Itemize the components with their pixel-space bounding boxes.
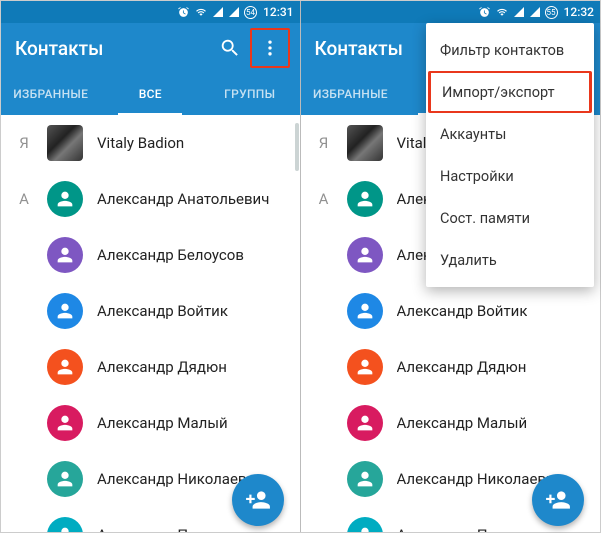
section-letter: А (301, 190, 347, 208)
person-icon (354, 468, 376, 490)
battery-badge: 54 (244, 6, 257, 19)
more-options-button[interactable] (250, 28, 290, 68)
person-icon (354, 524, 376, 532)
signal-icon (513, 6, 525, 18)
scrollbar[interactable] (295, 123, 299, 171)
contact-avatar (47, 237, 83, 273)
battery-badge: 55 (545, 6, 558, 19)
person-icon (54, 356, 76, 378)
contact-row[interactable]: Александр Войтик (1, 283, 300, 339)
page-title: Контакты (15, 37, 210, 60)
contact-name: Александр Войтик (397, 302, 528, 320)
person-icon (54, 188, 76, 210)
contact-row[interactable]: Александр Малый (1, 395, 300, 451)
menu-item[interactable]: Фильтр контактов (426, 29, 594, 71)
section-letter: Я (1, 134, 47, 152)
signal-icon-2 (228, 6, 240, 18)
person-icon (54, 300, 76, 322)
section-letter: Я (301, 134, 347, 152)
person-icon (354, 300, 376, 322)
section-letter: А (1, 190, 47, 208)
contact-name: Александр Малый (397, 414, 528, 432)
more-vert-icon (260, 38, 280, 58)
contact-list[interactable]: Я Vitaly Badion А Александр Анатольевич Алек… (1, 115, 300, 532)
contact-name: Александр Дядюн (97, 358, 227, 376)
person-icon (354, 244, 376, 266)
phone-left: 54 12:31 Контакты ИЗБРАННЫЕ ВСЕ ГРУППЫ Я… (1, 1, 301, 532)
contact-avatar (47, 461, 83, 497)
person-add-icon (545, 487, 571, 513)
contact-avatar (347, 405, 383, 441)
contact-row[interactable]: Александр Войтик (301, 283, 601, 339)
contact-avatar (347, 237, 383, 273)
alarm-icon (177, 6, 190, 19)
tab-favorites[interactable]: ИЗБРАННЫЕ (1, 73, 101, 115)
contact-name: Александр Анатольевич (97, 190, 269, 208)
tab-all[interactable]: ВСЕ (101, 73, 201, 115)
contact-avatar (347, 349, 383, 385)
search-icon (219, 37, 241, 59)
menu-item[interactable]: Аккаунты (426, 113, 594, 155)
add-contact-fab[interactable] (532, 474, 584, 526)
tab-favorites[interactable]: ИЗБРАННЫЕ (301, 73, 401, 115)
overflow-menu: Фильтр контактовИмпорт/экспортАккаунтыНа… (426, 23, 594, 287)
contact-avatar (347, 293, 383, 329)
wifi-icon (495, 6, 509, 19)
person-icon (354, 356, 376, 378)
wifi-icon (194, 6, 208, 19)
contact-avatar (47, 405, 83, 441)
contact-avatar (347, 517, 383, 532)
add-contact-fab[interactable] (232, 474, 284, 526)
signal-icon-2 (529, 6, 541, 18)
menu-item[interactable]: Удалить (426, 239, 594, 281)
menu-item[interactable]: Импорт/экспорт (428, 71, 592, 113)
contact-name: Александр Малый (97, 414, 228, 432)
contact-row[interactable]: А Александр Анатольевич (1, 171, 300, 227)
contact-row[interactable]: Александр Дядюн (301, 339, 601, 395)
person-icon (354, 412, 376, 434)
contact-avatar (47, 181, 83, 217)
tab-groups[interactable]: ГРУППЫ (200, 73, 300, 115)
contact-name: Александр Белоусов (97, 246, 244, 264)
contact-avatar (47, 125, 83, 161)
contact-name: Vitaly Badion (97, 134, 184, 152)
person-icon (54, 412, 76, 434)
contact-avatar (347, 125, 383, 161)
status-bar: 55 12:32 (301, 1, 601, 23)
status-bar: 54 12:31 (1, 1, 300, 23)
contact-row[interactable]: Александр Белоусов (1, 227, 300, 283)
contact-row[interactable]: Я Vitaly Badion (1, 115, 300, 171)
contact-name: Александр Павленко (97, 526, 247, 532)
contact-avatar (347, 461, 383, 497)
menu-item[interactable]: Сост. памяти (426, 197, 594, 239)
contact-row[interactable]: Александр Малый (301, 395, 601, 451)
person-icon (54, 244, 76, 266)
menu-item[interactable]: Настройки (426, 155, 594, 197)
contact-avatar (47, 349, 83, 385)
tabs: ИЗБРАННЫЕ ВСЕ ГРУППЫ (1, 73, 300, 115)
action-bar: Контакты (1, 23, 300, 73)
contact-avatar (47, 517, 83, 532)
person-add-icon (245, 487, 271, 513)
contact-name: Александр Дядюн (397, 358, 527, 376)
contact-name: Александр Войтик (97, 302, 228, 320)
contact-row[interactable]: Александр Дядюн (1, 339, 300, 395)
contact-avatar (347, 181, 383, 217)
person-icon (54, 524, 76, 532)
phone-right: 55 12:32 Контакты ИЗБРАННЫЕ ВСЕ ГРУППЫ Я… (301, 1, 601, 532)
clock-text: 12:31 (263, 5, 293, 19)
search-button[interactable] (210, 28, 250, 68)
person-icon (54, 468, 76, 490)
contact-avatar (47, 293, 83, 329)
person-icon (354, 188, 376, 210)
clock-text: 12:32 (564, 5, 594, 19)
contact-name: Александр Павленко (397, 526, 547, 532)
alarm-icon (478, 6, 491, 19)
signal-icon (212, 6, 224, 18)
